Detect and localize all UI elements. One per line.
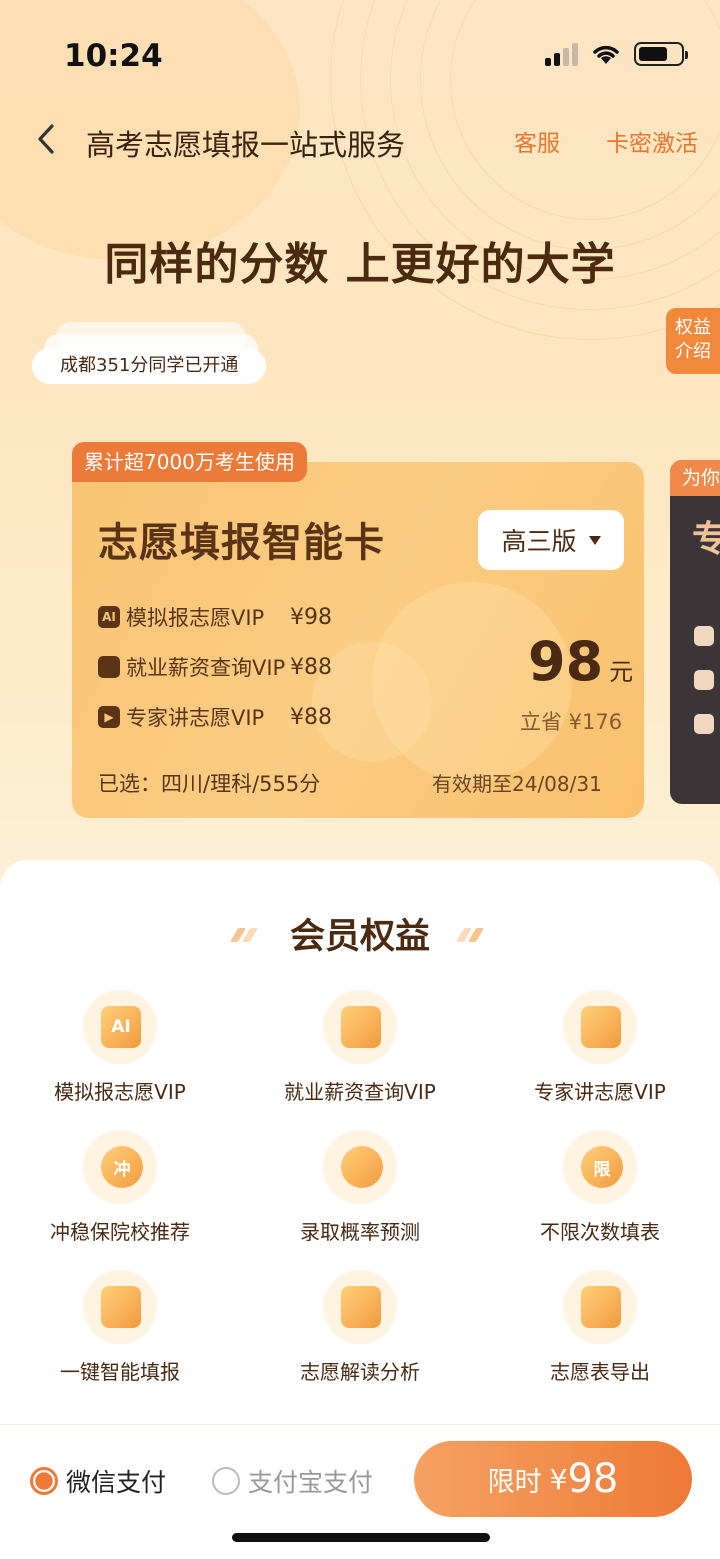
home-indicator [232,1533,490,1542]
wechat-pay-option[interactable]: 微信支付 [30,1463,166,1499]
unlimited-icon: 限 [581,1146,623,1188]
ai-doc-icon: AI [101,1006,141,1048]
card-price: 98 元 [528,630,634,693]
version-dropdown[interactable]: 高三版 [478,510,624,570]
benefit-school-recommend[interactable]: 冲 冲稳保院校推荐 [0,1130,240,1245]
selected-info[interactable]: 已选：四川/理科/555分 [98,768,320,798]
status-time: 10:24 [64,38,163,74]
ticker-message: 成都351分同学已开通 [32,348,267,384]
benefit-one-click[interactable]: 一键智能填报 [0,1270,240,1385]
feature-row: AI 模拟报志愿VIP ¥98 [98,602,332,632]
status-icons [545,42,688,66]
version-label: 高三版 [501,527,577,556]
benefits-intro-line2: 介绍 [675,341,711,362]
benefit-analysis[interactable]: 志愿解读分析 [240,1270,480,1385]
buy-button[interactable]: 限时 ¥ 98 [414,1441,692,1517]
feature-row: 就业薪资查询VIP ¥88 [98,652,332,682]
briefcase-icon [341,1006,381,1048]
benefit-export[interactable]: 志愿表导出 [480,1270,720,1385]
radio-selected-icon[interactable] [30,1467,58,1495]
benefit-admission-prob[interactable]: 录取概率预测 [240,1130,480,1245]
benefit-mock-fill[interactable]: AI 模拟报志愿VIP [0,990,240,1105]
pie-chart-icon [341,1146,383,1188]
card-activate-link[interactable]: 卡密激活 [606,124,698,158]
printer-icon [581,1286,621,1328]
title-flourish-right [455,928,492,942]
briefcase-icon [98,656,120,678]
caret-down-icon [588,535,601,545]
ai-icon: AI [98,606,120,628]
benefit-unlimited-fill[interactable]: 限 不限次数填表 [480,1130,720,1245]
chong-icon: 冲 [101,1146,143,1188]
expiry-date: 有效期至24/08/31 [432,772,602,796]
page-title: 高考志愿填报一站式服务 [86,128,406,162]
book-icon [341,1286,381,1328]
peek-title: 专 [692,519,720,560]
usage-badge: 累计超7000万考生使用 [72,442,307,482]
nav-bar: 高考志愿填报一站式服务 客服 卡密激活 [0,108,720,168]
customer-service-link[interactable]: 客服 [514,124,560,158]
feature-row: ▶ 专家讲志愿VIP ¥88 [98,702,332,732]
benefits-intro-tab[interactable]: 权益 介绍 [666,308,720,374]
benefits-intro-line1: 权益 [675,317,711,338]
next-card-peek[interactable]: 为你 专 [670,460,720,804]
alipay-option[interactable]: 支付宝支付 [212,1463,373,1499]
signup-ticker: 成都351分同学已开通 [32,322,292,392]
savings-text: 立省 ¥176 [520,710,623,734]
benefit-expert-talk[interactable]: 专家讲志愿VIP [480,990,720,1105]
card-title: 志愿填报智能卡 [98,520,385,566]
battery-icon [634,42,688,66]
peek-feature-icon [694,714,714,734]
wifi-icon [593,45,619,64]
radio-unselected-icon[interactable] [212,1467,240,1495]
document-icon [101,1286,141,1328]
benefits-title: 会员权益 [289,917,430,957]
smart-card[interactable]: 志愿填报智能卡 高三版 AI 模拟报志愿VIP ¥98 就业薪资查询VIP ¥8… [72,462,644,818]
signal-icon [545,42,578,66]
peek-feature-icon [694,670,714,690]
back-arrow-icon[interactable] [32,122,62,156]
peek-feature-icon [694,626,714,646]
presentation-icon [581,1006,621,1048]
headline: 同样的分数 上更好的大学 [104,239,616,290]
peek-tag: 为你 [670,460,720,496]
video-play-icon: ▶ [98,706,120,728]
benefit-salary-query[interactable]: 就业薪资查询VIP [240,990,480,1105]
